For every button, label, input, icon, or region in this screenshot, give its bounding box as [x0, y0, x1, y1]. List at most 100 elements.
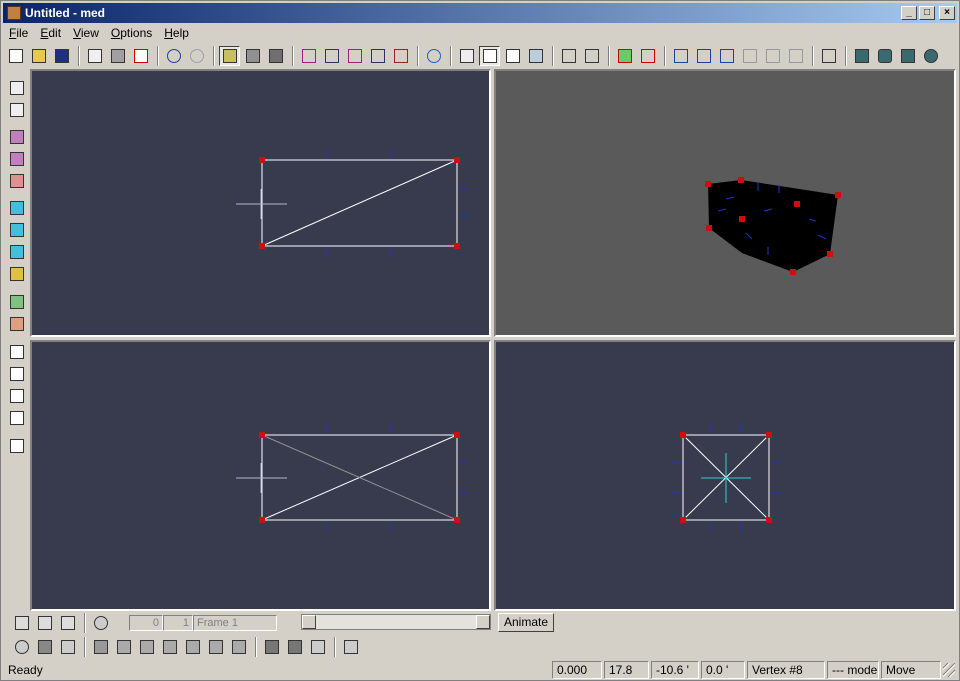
- create-sphere-icon[interactable]: [7, 172, 27, 190]
- properties-icon[interactable]: [340, 637, 361, 657]
- layout-side-icon[interactable]: [7, 409, 27, 427]
- split-icon[interactable]: [670, 46, 691, 66]
- close-button[interactable]: ×: [939, 6, 955, 20]
- menu-options[interactable]: Options: [105, 26, 158, 40]
- scale-icon[interactable]: [321, 46, 342, 66]
- onion-skin-icon[interactable]: [90, 613, 111, 633]
- layout-quad-icon[interactable]: [7, 343, 27, 361]
- joint-icon[interactable]: [90, 637, 111, 657]
- rotate-icon[interactable]: [344, 46, 365, 66]
- create-pyramid-icon[interactable]: [7, 150, 27, 168]
- divide-icon[interactable]: [762, 46, 783, 66]
- bone-weight-icon[interactable]: [228, 637, 249, 657]
- weight-down-icon[interactable]: [479, 46, 500, 66]
- ungroup-icon[interactable]: [7, 315, 27, 333]
- orbit-icon[interactable]: [423, 46, 444, 66]
- weight-all-icon[interactable]: [525, 46, 546, 66]
- status-angle: 0.0 ': [701, 661, 745, 679]
- menu-help[interactable]: Help: [158, 26, 195, 40]
- weld-icon[interactable]: [693, 46, 714, 66]
- bone-icon[interactable]: [159, 637, 180, 657]
- box-select-icon[interactable]: [298, 46, 319, 66]
- triangle-add-icon[interactable]: [637, 46, 658, 66]
- frame-name-field[interactable]: Frame 1: [193, 615, 277, 631]
- view-side-icon[interactable]: [7, 101, 27, 119]
- resize-grip-icon[interactable]: [943, 663, 955, 677]
- move-icon[interactable]: [367, 46, 388, 66]
- bone-group-icon[interactable]: [205, 637, 226, 657]
- joint-link-icon[interactable]: [113, 637, 134, 657]
- remove-icon[interactable]: [785, 46, 806, 66]
- redo-icon[interactable]: [186, 46, 207, 66]
- select-vertex-icon[interactable]: [219, 46, 240, 66]
- view-front-icon[interactable]: [7, 79, 27, 97]
- play-icon[interactable]: [11, 613, 32, 633]
- joint-chain-icon[interactable]: [136, 637, 157, 657]
- scroll-left-arrow[interactable]: [302, 615, 316, 629]
- viewport-top[interactable]: [30, 69, 491, 337]
- viewport-front[interactable]: [30, 340, 491, 611]
- keyframe-icon[interactable]: [34, 613, 55, 633]
- toolbar-separator: [812, 46, 814, 66]
- status-message: Ready: [8, 663, 43, 677]
- frame-count-field[interactable]: 1: [163, 615, 193, 631]
- cube-icon[interactable]: [851, 46, 872, 66]
- open-folder-icon[interactable]: [28, 46, 49, 66]
- title-bar: Untitled - med _ □ ×: [3, 3, 957, 23]
- layout-persp-icon[interactable]: [7, 437, 27, 455]
- measure-icon[interactable]: [307, 637, 328, 657]
- delete-icon[interactable]: [130, 46, 151, 66]
- bone-link-icon[interactable]: [182, 637, 203, 657]
- edge-icon[interactable]: [716, 46, 737, 66]
- select-edge-icon[interactable]: [242, 46, 263, 66]
- undo-icon[interactable]: [163, 46, 184, 66]
- fit-icon[interactable]: [558, 46, 579, 66]
- mesh-icon[interactable]: [57, 637, 78, 657]
- app-icon: [7, 6, 21, 20]
- axis-all-icon[interactable]: [7, 265, 27, 283]
- menu-view[interactable]: View: [67, 26, 105, 40]
- vertex-add-icon[interactable]: [614, 46, 635, 66]
- maximize-button[interactable]: □: [919, 6, 935, 20]
- magnet-icon[interactable]: [818, 46, 839, 66]
- save-icon[interactable]: [51, 46, 72, 66]
- keyframe-next-icon[interactable]: [57, 613, 78, 633]
- create-box-icon[interactable]: [7, 128, 27, 146]
- cylinder-icon[interactable]: [897, 46, 918, 66]
- layout-front-icon[interactable]: [7, 387, 27, 405]
- axis-y-icon[interactable]: [7, 221, 27, 239]
- toolbar-separator: [84, 637, 86, 657]
- viewport-side-canvas: [671, 423, 781, 532]
- flip-icon[interactable]: [739, 46, 760, 66]
- axis-x-icon[interactable]: [7, 199, 27, 217]
- app-window: Untitled - med _ □ × File Edit View Opti…: [0, 0, 960, 681]
- torus-icon[interactable]: [920, 46, 941, 66]
- group-icon[interactable]: [7, 293, 27, 311]
- start-frame-field[interactable]: 0: [129, 615, 163, 631]
- snap-icon[interactable]: [11, 637, 32, 657]
- new-file-icon[interactable]: [5, 46, 26, 66]
- stretch-icon[interactable]: [581, 46, 602, 66]
- sphere-icon[interactable]: [874, 46, 895, 66]
- paste-icon[interactable]: [107, 46, 128, 66]
- toolbar-separator: [78, 46, 80, 66]
- paint-icon[interactable]: [34, 637, 55, 657]
- viewport-side[interactable]: [494, 340, 956, 611]
- assign-icon[interactable]: [261, 637, 282, 657]
- menu-bar: File Edit View Options Help: [3, 24, 195, 42]
- select-face-icon[interactable]: [265, 46, 286, 66]
- menu-file[interactable]: File: [3, 26, 34, 40]
- hand-icon[interactable]: [456, 46, 477, 66]
- mirror-icon[interactable]: [390, 46, 411, 66]
- animate-button[interactable]: Animate: [498, 613, 554, 632]
- copy-icon[interactable]: [84, 46, 105, 66]
- viewport-perspective[interactable]: [494, 69, 956, 337]
- menu-edit[interactable]: Edit: [34, 26, 67, 40]
- weight-up-icon[interactable]: [502, 46, 523, 66]
- frame-scrollbar[interactable]: [301, 614, 491, 630]
- unassign-icon[interactable]: [284, 637, 305, 657]
- axis-z-icon[interactable]: [7, 243, 27, 261]
- minimize-button[interactable]: _: [901, 6, 917, 20]
- scroll-right-arrow[interactable]: [476, 615, 490, 629]
- layout-top-icon[interactable]: [7, 365, 27, 383]
